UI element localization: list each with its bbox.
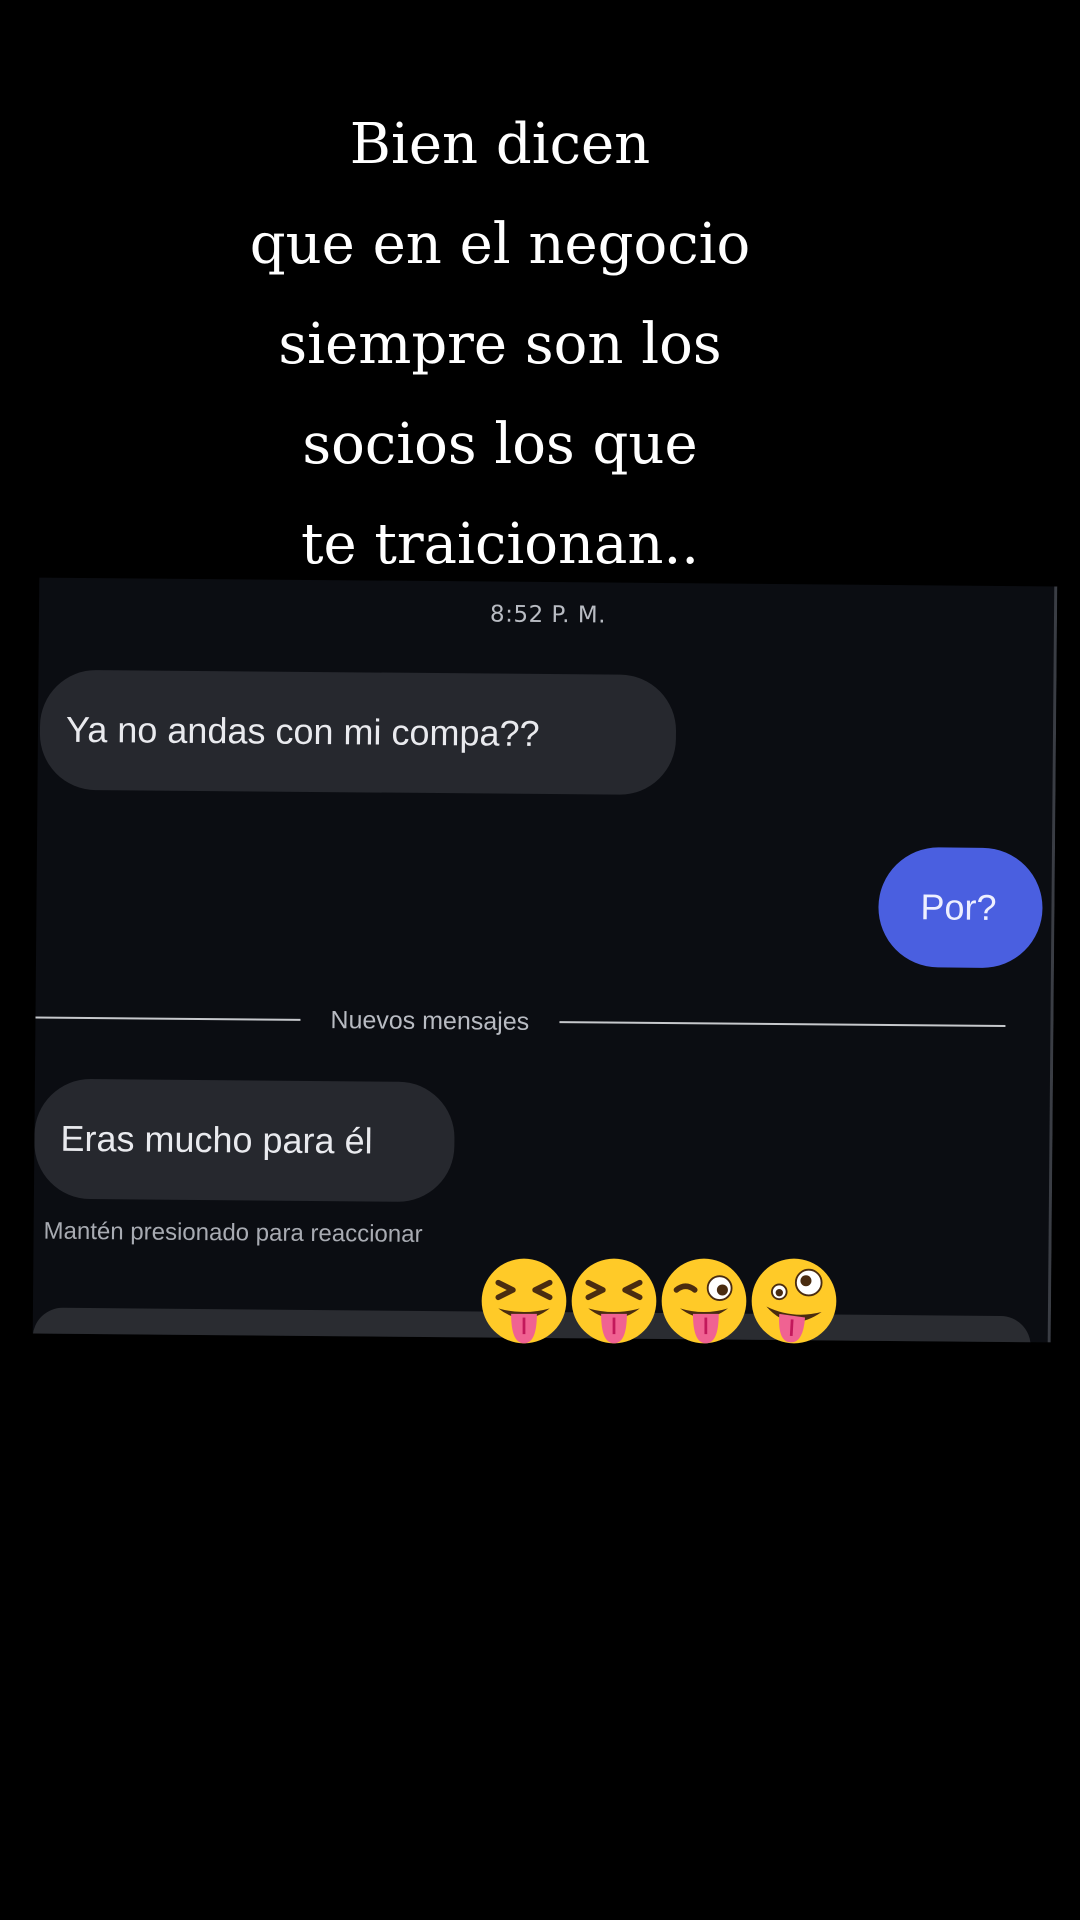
winking-face-with-tongue-icon [658,1255,750,1347]
outgoing-message-bubble[interactable]: Por? [877,846,1043,969]
incoming-message-bubble[interactable]: Eras mucho para él [33,1078,455,1203]
emoji-sticker-row [478,1255,838,1347]
squinting-face-with-tongue-icon [478,1255,570,1347]
incoming-message-bubble[interactable]: Ya no andas con mi compa?? [39,669,677,796]
caption-line: que en el negocio [249,212,751,277]
divider-line [559,1021,1006,1028]
zany-face-icon [748,1255,840,1347]
message-timestamp: 8:52 P. M. [489,601,607,629]
caption-line: socios los que [302,412,698,477]
chat-screenshot: 8:52 P. M. Ya no andas con mi compa?? Po… [32,577,1058,1343]
new-messages-divider: Nuevos mensajes [35,998,1006,1046]
message-text: Ya no andas con mi compa?? [65,708,540,754]
caption-line: Bien dicen [349,112,651,177]
divider-label: Nuevos mensajes [330,1005,530,1036]
caption-line: siempre son los [278,312,722,377]
message-text: Por? [920,886,997,928]
squinting-face-with-tongue-icon [568,1255,660,1347]
reaction-hint: Mantén presionado para reaccionar [43,1217,423,1248]
caption-text: Bien dicen que en el negocio siempre son… [160,95,840,595]
message-text: Eras mucho para él [60,1117,373,1162]
divider-line [35,1016,301,1021]
